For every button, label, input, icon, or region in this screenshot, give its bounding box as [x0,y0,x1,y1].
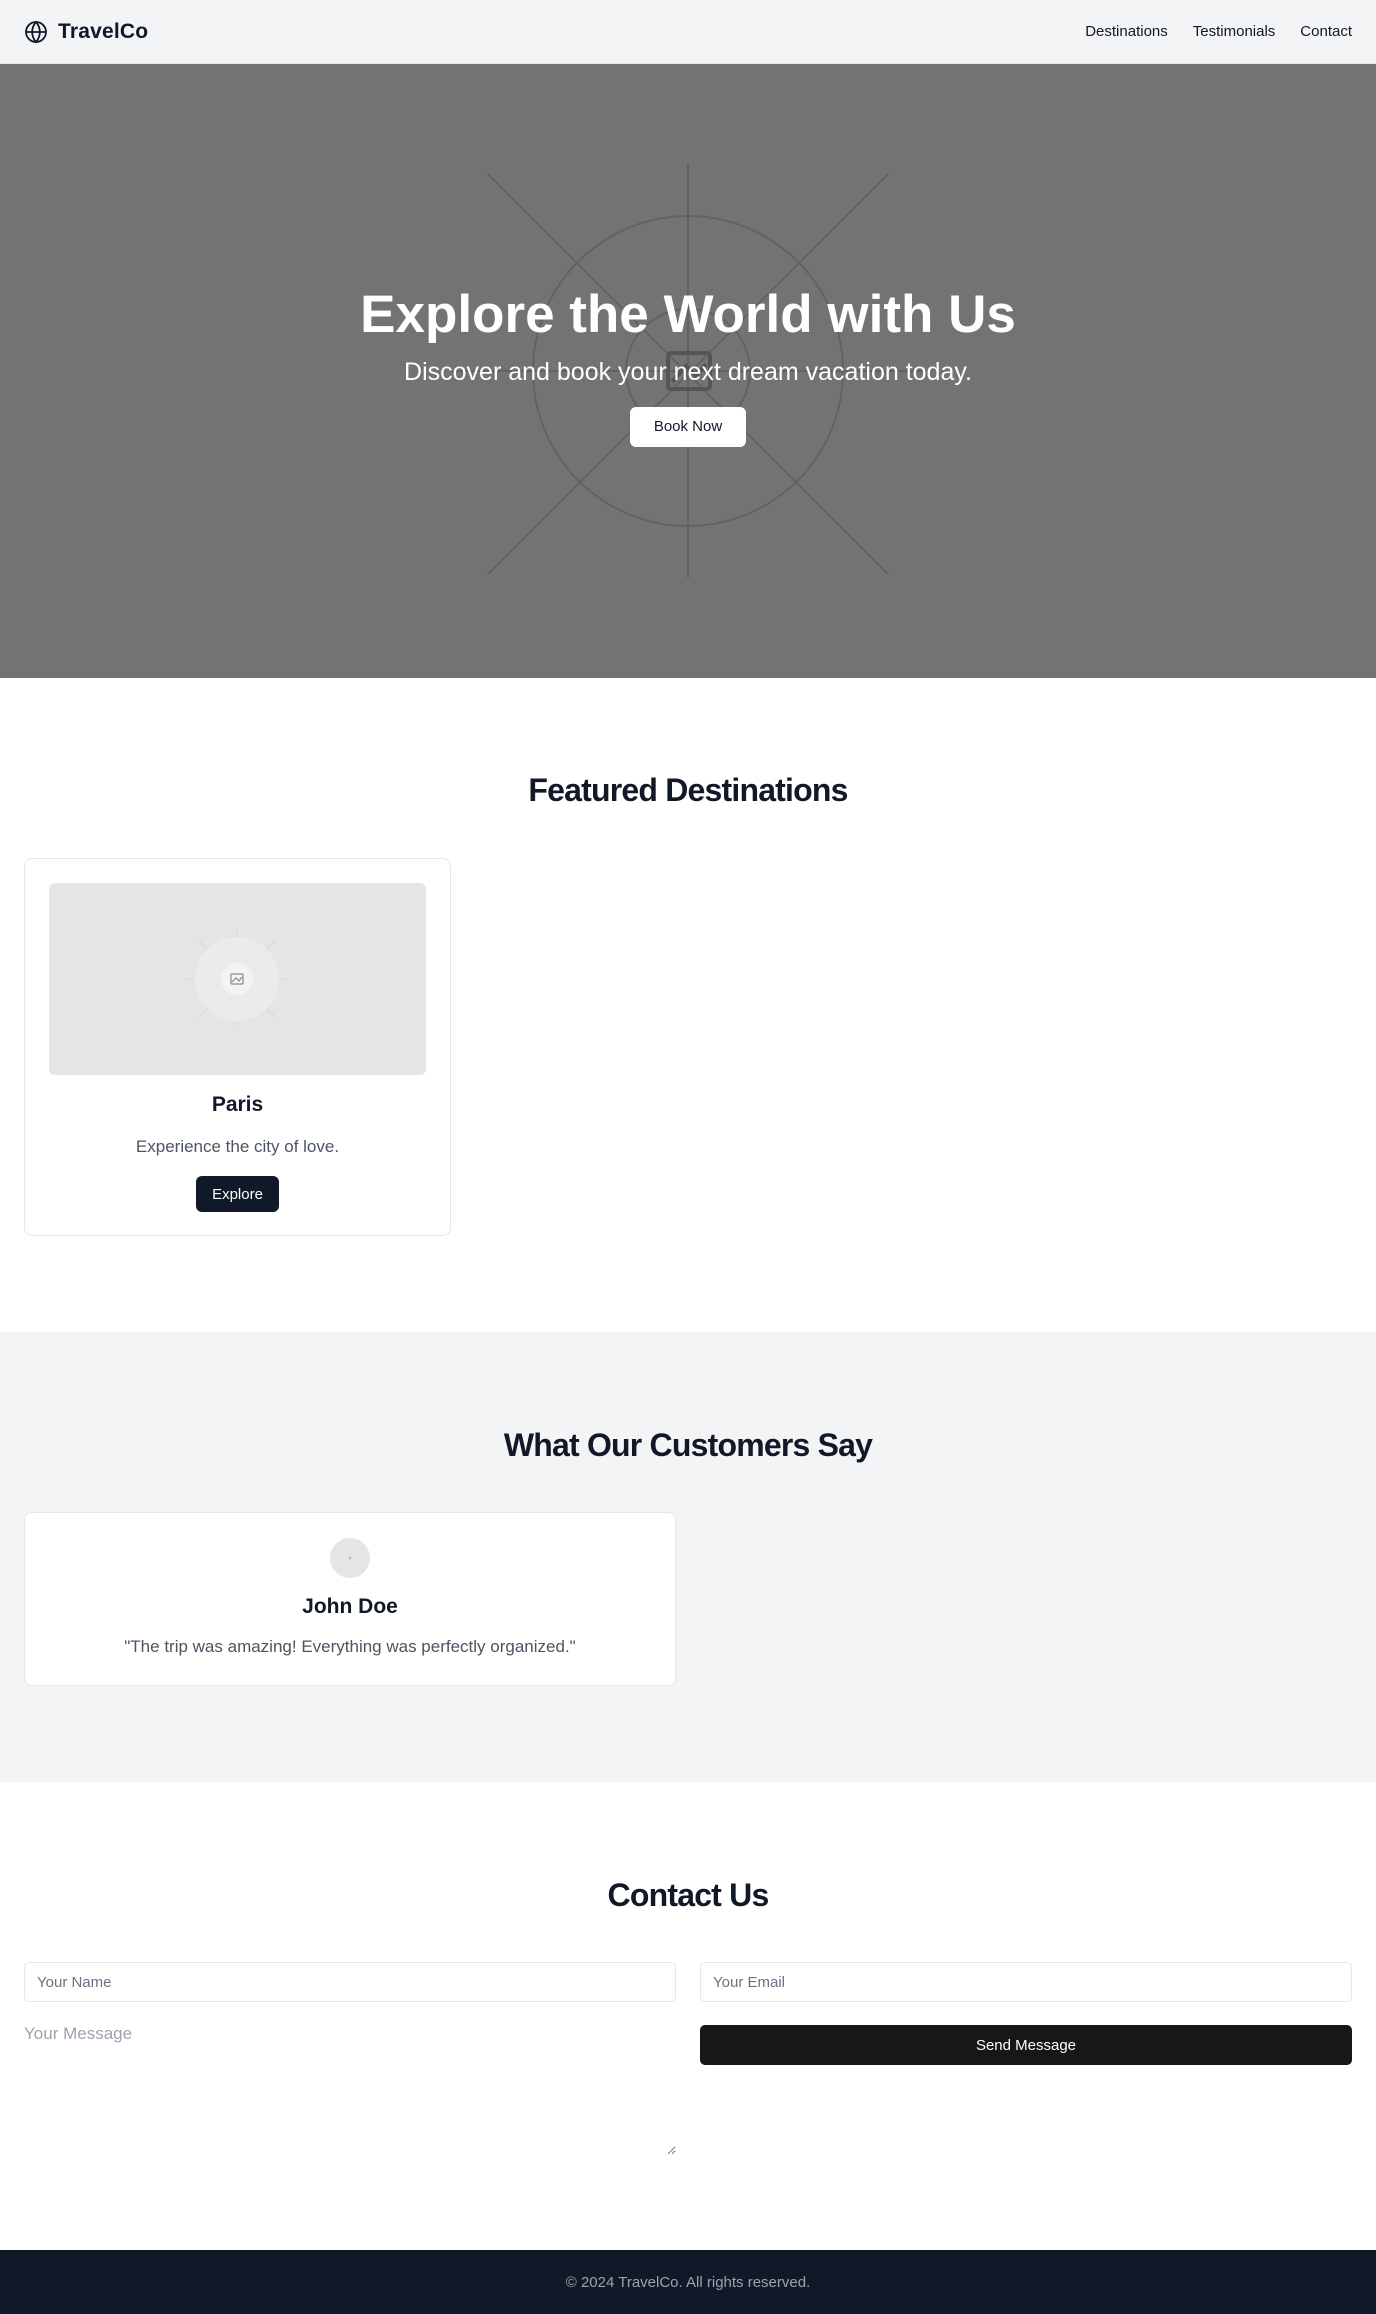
globe-icon [25,20,47,43]
nav-link-testimonials[interactable]: Testimonials [1193,23,1276,40]
navbar: TravelCo Destinations Testimonials Conta… [0,0,1376,64]
brand-name: TravelCo [58,19,149,43]
destination-image [49,883,426,1075]
send-message-button[interactable]: Send Message [700,2025,1352,2065]
testimonial-card: John Doe "The trip was amazing! Everythi… [24,1512,676,1686]
footer-copyright: © 2024 TravelCo. All rights reserved. [565,2273,811,2291]
testimonial-name: John Doe [302,1595,398,1618]
footer: © 2024 TravelCo. All rights reserved. [0,2250,1376,2314]
brand[interactable]: TravelCo [24,20,148,44]
email-input[interactable] [700,1962,1352,2002]
destination-description: Experience the city of love. [135,1137,340,1156]
hero-section: Explore the World with Us Discover and b… [0,64,1376,678]
testimonial-quote: "The trip was amazing! Everything was pe… [124,1637,576,1656]
contact-title: Contact Us [607,1877,770,1913]
hero-title: Explore the World with Us [360,285,1016,344]
book-now-button[interactable]: Book Now [630,407,746,448]
testimonials-title: What Our Customers Say [503,1427,873,1463]
message-textarea[interactable] [24,2024,676,2155]
avatar-placeholder-icon [348,1556,352,1560]
nav-link-destinations[interactable]: Destinations [1085,23,1168,40]
name-input[interactable] [24,1962,676,2002]
nav-links: Destinations Testimonials Contact [1085,23,1352,40]
nav-link-contact[interactable]: Contact [1300,23,1352,40]
hero-content: Explore the World with Us Discover and b… [0,285,1376,448]
explore-button[interactable]: Explore [196,1176,279,1212]
destinations-title: Featured Destinations [528,772,848,808]
destination-card: Paris Experience the city of love. Explo… [24,858,451,1236]
avatar [330,1538,370,1578]
destination-name: Paris [211,1093,264,1116]
hero-subtitle: Discover and book your next dream vacati… [404,358,972,387]
image-placeholder-icon [187,931,287,1027]
